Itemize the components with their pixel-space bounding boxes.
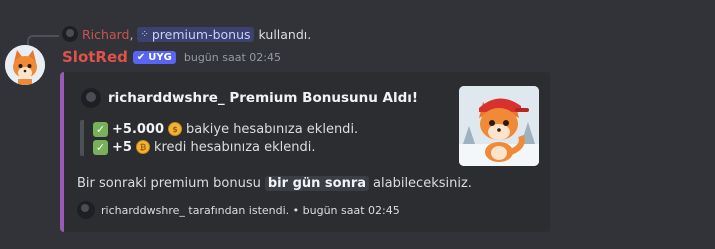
footer-avatar <box>77 201 95 219</box>
embed-author-avatar <box>81 88 101 108</box>
command-reply-context[interactable]: Richard , ⁘ premium-bonus kullandı. <box>62 25 311 43</box>
check-mark-icon: ✓ <box>93 121 108 137</box>
description-after: alabileceksiniz. <box>373 176 472 191</box>
app-badge: ✔ UYG <box>132 50 176 64</box>
reward-amount: +5.000 <box>112 121 165 137</box>
message-header: SlotRed ✔ UYG bugün saat 02:45 <box>62 48 281 66</box>
embed-thumbnail[interactable] <box>459 86 539 166</box>
app-badge-label: UYG <box>148 51 172 63</box>
reply-separator: , <box>129 26 134 42</box>
embed-quote-block: ✓ +5.000 $ bakiye hesabınıza eklendi. ✓ … <box>80 120 358 156</box>
bot-username[interactable]: SlotRed <box>62 48 128 66</box>
slash-command-name: premium-bonus <box>151 26 251 42</box>
embed-author-text: richarddwshre_ Premium Bonusunu Aldı! <box>108 90 419 106</box>
reward-line-credit: ✓ +5 ₿ kredi hesabınıza eklendi. <box>93 138 358 156</box>
reply-user-avatar[interactable] <box>62 26 78 42</box>
slash-command-icon: ⁘ <box>140 28 149 40</box>
footer-text: richarddwshre_ tarafından istendi. • bug… <box>101 203 400 217</box>
check-mark-icon: ✓ <box>93 139 108 155</box>
description-before: Bir sonraki premium bonusu <box>77 176 261 191</box>
embed-author: richarddwshre_ Premium Bonusunu Aldı! <box>81 88 418 108</box>
embed-description: Bir sonraki premium bonusu bir gün sonra… <box>77 176 472 191</box>
slash-command-chip[interactable]: ⁘ premium-bonus <box>137 26 254 42</box>
reward-line-balance: ✓ +5.000 $ bakiye hesabınıza eklendi. <box>93 120 358 138</box>
description-code: bir gün sonra <box>264 176 370 191</box>
coin-icon: ₿ <box>135 140 150 154</box>
coin-icon: $ <box>168 122 183 136</box>
bot-avatar[interactable] <box>5 45 45 85</box>
embed-footer: richarddwshre_ tarafından istendi. • bug… <box>77 201 400 219</box>
reward-text: bakiye hesabınıza eklendi. <box>186 121 359 137</box>
verified-check-icon: ✔ <box>136 51 146 63</box>
reward-amount: +5 <box>112 139 132 155</box>
embed-card: richarddwshre_ Premium Bonusunu Aldı! ✓ … <box>60 72 550 232</box>
reward-text: kredi hesabınıza eklendi. <box>153 139 316 155</box>
reply-suffix: kullandı. <box>258 26 312 42</box>
message-timestamp[interactable]: bugün saat 02:45 <box>184 51 281 64</box>
reply-username[interactable]: Richard <box>82 27 129 42</box>
